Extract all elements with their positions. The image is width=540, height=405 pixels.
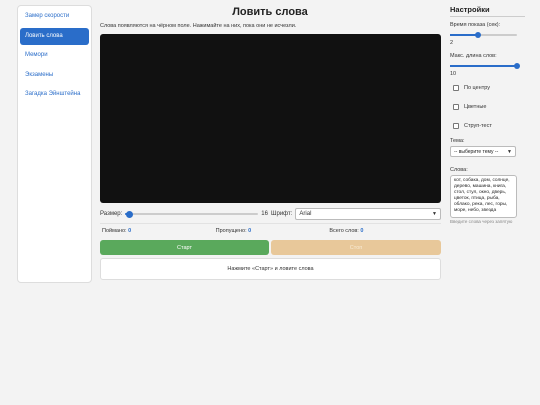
settings-panel: Настройки Время показа (сек): 2 Макс. дл… bbox=[450, 5, 525, 225]
stat-total-value: 0 bbox=[360, 227, 364, 234]
instruction-text: Слова появляются на чёрном поле. Нажимай… bbox=[100, 23, 297, 29]
show-time-thumb[interactable] bbox=[474, 31, 482, 38]
sidebar-item-einstein-puzzle[interactable]: Загадка Эйнштейна bbox=[20, 86, 89, 103]
center-option[interactable]: По центру bbox=[450, 85, 525, 91]
max-length-fill bbox=[450, 65, 517, 67]
sidebar-item-speed-test[interactable]: Замер скорости bbox=[20, 8, 89, 25]
size-value: 16 bbox=[261, 211, 268, 217]
size-slider-track bbox=[125, 213, 259, 215]
stroop-label: Струп-тест bbox=[464, 123, 492, 129]
colored-checkbox[interactable] bbox=[453, 104, 459, 110]
words-hint: Введите слова через запятую bbox=[450, 219, 513, 224]
max-length-value: 10 bbox=[450, 71, 457, 77]
stats-row: Поймано: 0 Пропущено: 0 Всего слов: 0 bbox=[100, 223, 441, 237]
settings-title: Настройки bbox=[450, 5, 525, 17]
game-field[interactable] bbox=[100, 34, 441, 203]
max-length-thumb[interactable] bbox=[513, 62, 521, 69]
stat-total-label: Всего слов: bbox=[329, 227, 359, 234]
show-time-label: Время показа (сек): bbox=[450, 22, 501, 28]
size-label: Размер: bbox=[100, 211, 123, 217]
stat-missed-label: Пропущено: bbox=[215, 227, 247, 234]
colored-option[interactable]: Цветные bbox=[450, 104, 525, 110]
sidebar-nav: Замер скорости Ловить слова Мемори Экзам… bbox=[17, 5, 92, 283]
font-select-value: Arial bbox=[299, 211, 312, 217]
stroop-checkbox[interactable] bbox=[453, 123, 459, 129]
max-length-slider[interactable] bbox=[450, 62, 521, 70]
controls-row: Размер: 16 Шрифт: Arial ▼ bbox=[100, 207, 441, 221]
stat-caught-label: Поймано: bbox=[102, 227, 127, 234]
stat-caught-value: 0 bbox=[128, 227, 132, 234]
size-slider-thumb[interactable] bbox=[125, 210, 133, 218]
center-label: По центру bbox=[464, 85, 490, 91]
theme-select[interactable]: -- выберите тему -- ▼ bbox=[450, 146, 516, 157]
words-label: Слова: bbox=[450, 167, 468, 173]
max-length-label: Макс. длина слов: bbox=[450, 53, 497, 59]
sidebar-item-catch-words[interactable]: Ловить слова bbox=[20, 27, 89, 45]
show-time-fill bbox=[450, 34, 479, 36]
theme-label: Тема: bbox=[450, 138, 465, 144]
stop-button[interactable]: Стоп bbox=[271, 240, 441, 255]
show-time-value: 2 bbox=[450, 40, 454, 46]
size-slider[interactable] bbox=[125, 207, 259, 221]
theme-select-value: -- выберите тему -- bbox=[454, 148, 499, 155]
words-textarea[interactable]: кот, собака, дом, солнце, дерево, машина… bbox=[450, 175, 517, 218]
colored-label: Цветные bbox=[464, 104, 487, 110]
stat-missed-value: 0 bbox=[248, 227, 252, 234]
center-checkbox[interactable] bbox=[453, 85, 459, 91]
status-message: Нажмите «Старт» и ловите слова bbox=[100, 258, 441, 280]
show-time-slider[interactable] bbox=[450, 31, 517, 39]
font-label: Шрифт: bbox=[270, 211, 293, 217]
sidebar-item-memory[interactable]: Мемори bbox=[20, 47, 89, 64]
start-button[interactable]: Старт bbox=[100, 240, 269, 255]
page-title: Ловить слова bbox=[232, 6, 308, 18]
sidebar-item-exams[interactable]: Экзамены bbox=[20, 67, 89, 84]
font-select[interactable]: Arial ▼ bbox=[295, 208, 441, 220]
chevron-down-icon: ▼ bbox=[507, 148, 512, 155]
stat-missed: Пропущено: 0 bbox=[214, 228, 328, 234]
chevron-down-icon: ▼ bbox=[432, 211, 437, 217]
stat-caught: Поймано: 0 bbox=[100, 228, 214, 234]
stat-total: Всего слов: 0 bbox=[327, 228, 441, 234]
stroop-option[interactable]: Струп-тест bbox=[450, 123, 525, 129]
